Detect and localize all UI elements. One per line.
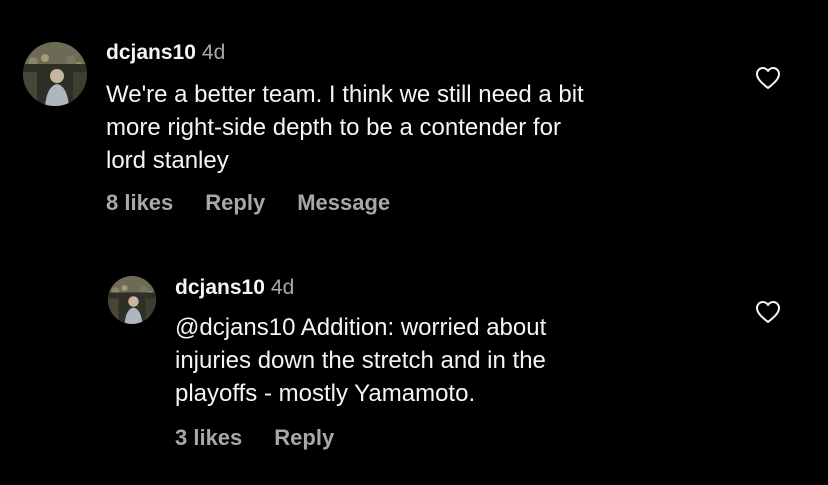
comment-text-line: We're a better team. I think we still ne…: [106, 81, 584, 108]
timestamp: 4d: [201, 41, 226, 64]
comment-text: We're a better team. I think we still ne…: [106, 78, 716, 177]
avatar[interactable]: [23, 42, 87, 106]
heart-outline-icon[interactable]: [755, 66, 781, 90]
comment-header: dcjans10 4d: [106, 41, 225, 65]
message-button[interactable]: Message: [297, 190, 390, 216]
comment-header: dcjans10 4d: [175, 276, 294, 300]
comment-actions: 8 likes Reply Message: [106, 190, 422, 216]
username[interactable]: dcjans10: [175, 276, 265, 299]
heart-outline-icon[interactable]: [755, 300, 781, 324]
comment-text-line: playoffs - mostly Yamamoto.: [175, 380, 476, 407]
reply-button[interactable]: Reply: [274, 425, 334, 451]
profile-photo: [108, 276, 156, 324]
comment-text: @dcjans10 Addition: worried about injuri…: [175, 311, 715, 410]
reply-button[interactable]: Reply: [205, 190, 265, 216]
comment-text-line: injuries down the stretch and in the: [175, 347, 546, 374]
comment-text-line: lord stanley: [106, 147, 229, 174]
likes-count[interactable]: 8 likes: [106, 190, 173, 216]
timestamp: 4d: [270, 276, 295, 299]
profile-photo: [23, 42, 87, 106]
comment-actions: 3 likes Reply: [175, 425, 366, 451]
likes-count[interactable]: 3 likes: [175, 425, 242, 451]
username[interactable]: dcjans10: [106, 41, 196, 64]
avatar[interactable]: [108, 276, 156, 324]
comment-text-line: more right-side depth to be a contender …: [106, 114, 561, 141]
comment-text-line: @dcjans10 Addition: worried about: [175, 314, 547, 341]
